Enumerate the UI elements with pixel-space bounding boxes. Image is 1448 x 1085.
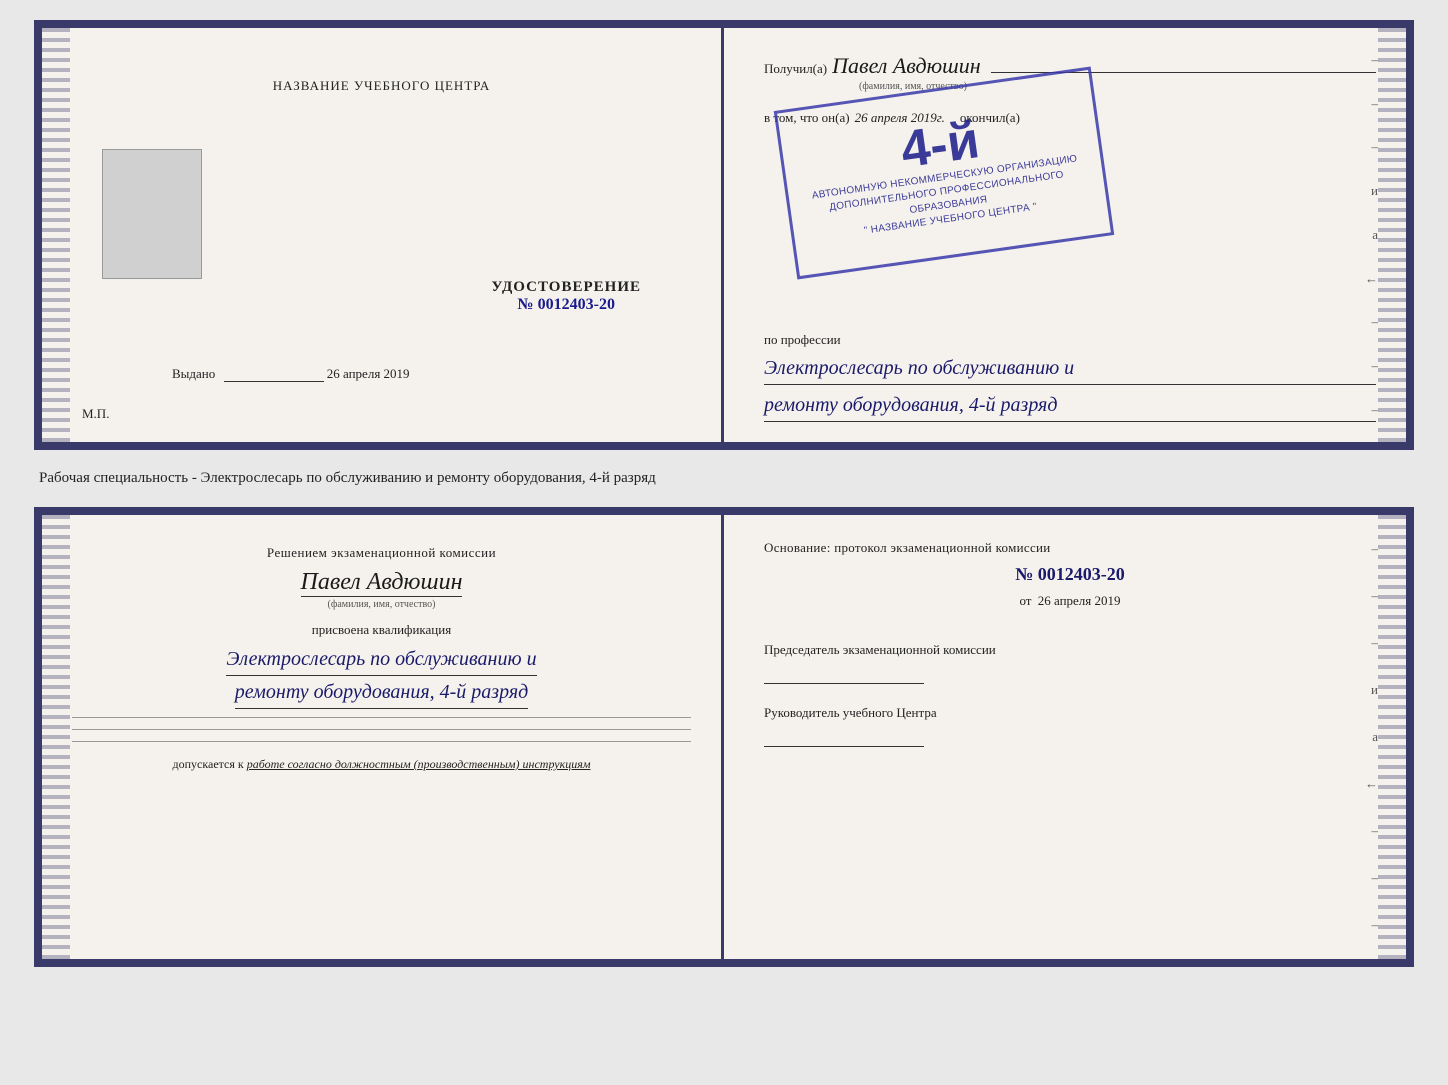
osnovanie-block: Основание: протокол экзаменационной коми… — [764, 540, 1376, 556]
bottom-right-decoration: – – – и а ← – – – — [1365, 515, 1378, 959]
between-documents-text: Рабочая специальность - Электрослесарь п… — [34, 468, 1414, 489]
profession-block-top: по профессии Электрослесарь по обслужива… — [764, 332, 1376, 422]
profession-line2-top: ремонту оборудования, 4-й разряд — [764, 389, 1376, 422]
top-right-page: Получил(a) Павел Авдюшин (фамилия, имя, … — [724, 28, 1406, 442]
po-professii-label-top: по профессии — [764, 332, 1376, 348]
cert-title: НАЗВАНИЕ УЧЕБНОГО ЦЕНТРА — [273, 78, 490, 94]
stamp: 4-й АВТОНОМНУЮ НЕКОММЕРЧЕСКУЮ ОРГАНИЗАЦИ… — [774, 67, 1115, 280]
recipient-name-top: Павел Авдюшин — [832, 53, 980, 79]
right-spine-decoration — [1378, 28, 1406, 442]
protocol-number: № 0012403-20 — [764, 564, 1376, 585]
prisvoena-label: присвоена квалификация — [312, 622, 451, 638]
bottom-right-page: Основание: протокол экзаменационной коми… — [724, 515, 1406, 959]
dopuskaetsya-block: допускается к работе согласно должностны… — [173, 757, 591, 772]
photo-placeholder — [102, 149, 202, 279]
udostoverenie-number: № 0012403-20 — [492, 296, 642, 314]
rukovoditel-signature-line — [764, 727, 924, 747]
vydano-line: Выдано 26 апреля 2019 — [172, 366, 410, 382]
udostoverenie-block: УДОСТОВЕРЕНИЕ № 0012403-20 — [492, 279, 642, 314]
person-name-bottom: Павел Авдюшин — [301, 569, 463, 597]
top-document: НАЗВАНИЕ УЧЕБНОГО ЦЕНТРА УДОСТОВЕРЕНИЕ №… — [34, 20, 1414, 450]
profession-line1-top: Электрослесарь по обслуживанию и — [764, 352, 1376, 385]
right-decoration: – – – и а ← – – – — [1365, 28, 1378, 442]
udostoverenie-label: УДОСТОВЕРЕНИЕ — [492, 279, 642, 296]
mp-label: М.П. — [82, 406, 109, 422]
qualification-line2: ремонту оборудования, 4-й разряд — [235, 676, 528, 709]
name-subtext-bottom: (фамилия, имя, отчество) — [328, 599, 436, 610]
bottom-right-spine — [1378, 515, 1406, 959]
predsedatel-block: Председатель экзаменационной комиссии — [764, 641, 1376, 684]
bottom-left-page: Решением экзаменационной комиссии Павел … — [42, 515, 724, 959]
rukovoditel-block: Руководитель учебного Центра — [764, 704, 1376, 747]
bottom-document: Решением экзаменационной комиссии Павел … — [34, 507, 1414, 967]
dopuskaetsya-text: работе согласно должностным (производств… — [247, 757, 591, 771]
qualification-line1: Электрослесарь по обслуживанию и — [226, 643, 536, 676]
ot-date: от 26 апреля 2019 — [764, 593, 1376, 609]
resheniem-block: Решением экзаменационной комиссии — [267, 545, 496, 561]
top-left-page: НАЗВАНИЕ УЧЕБНОГО ЦЕНТРА УДОСТОВЕРЕНИЕ №… — [42, 28, 724, 442]
predsedatel-signature-line — [764, 664, 924, 684]
